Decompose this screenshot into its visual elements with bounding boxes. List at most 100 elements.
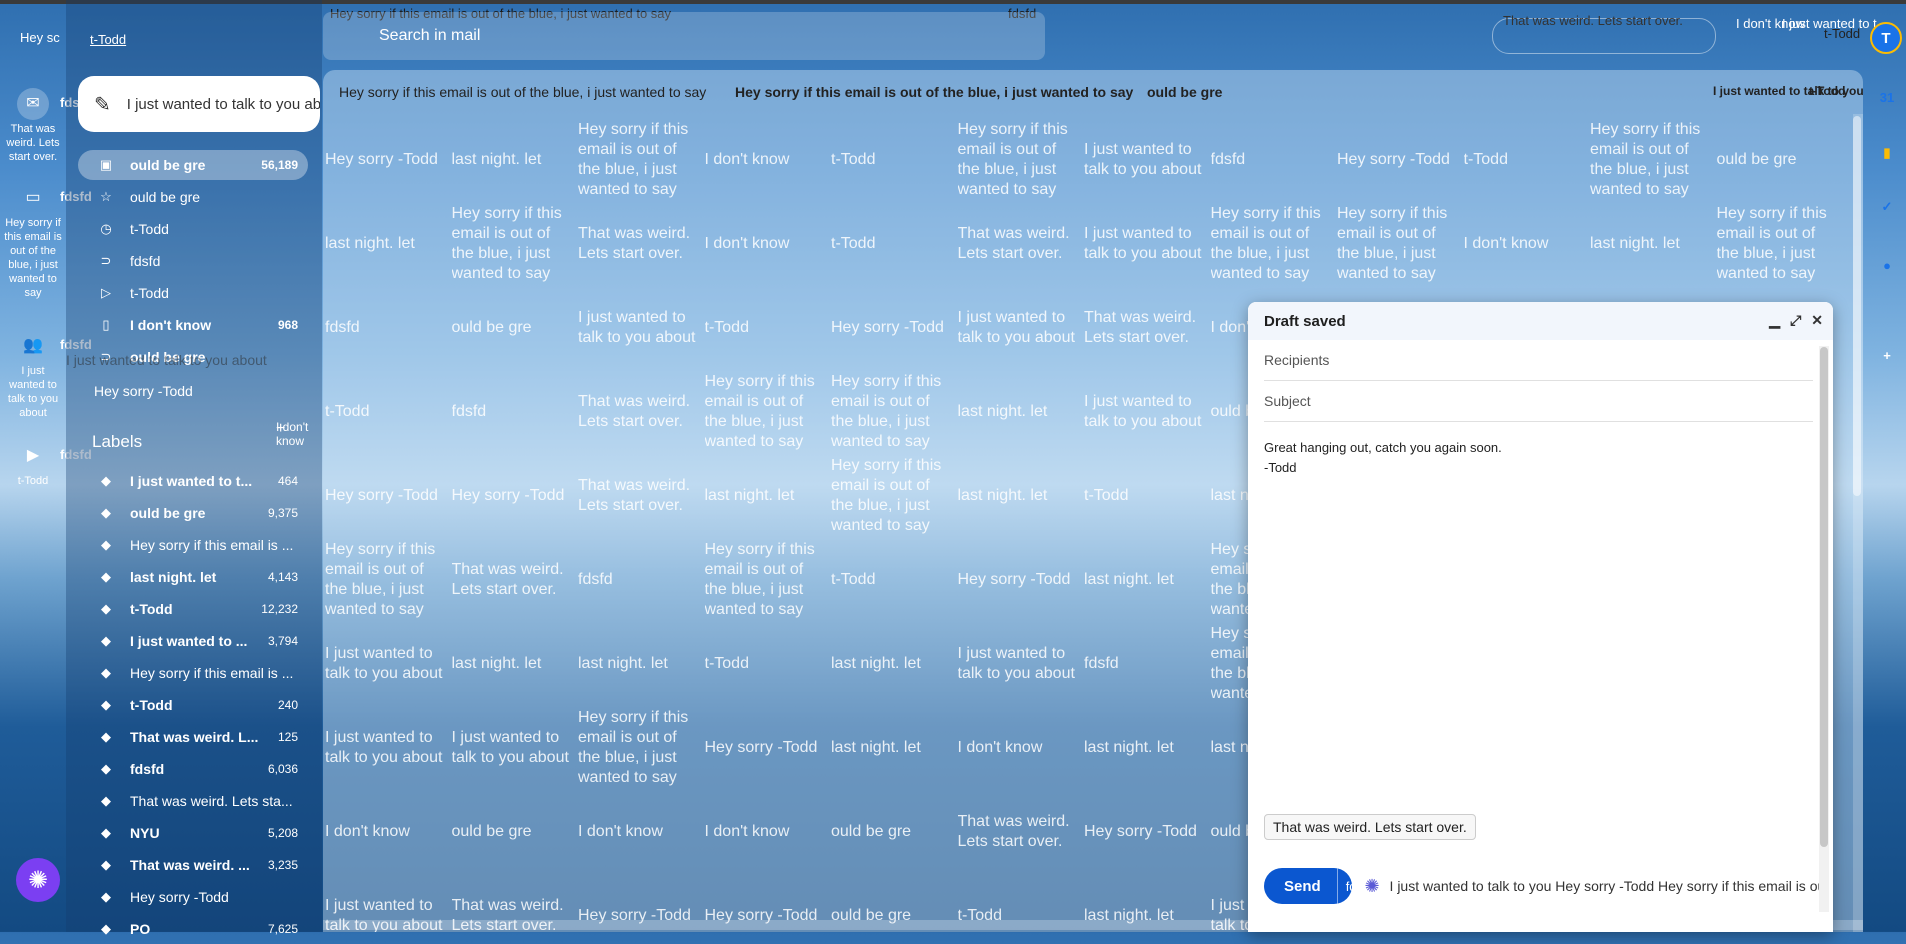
search-input[interactable]: Search in mail bbox=[323, 12, 1045, 60]
message-cell[interactable]: Hey sorry -Todd bbox=[831, 286, 958, 370]
label-item[interactable]: ◆ That was weird. L... 125 bbox=[78, 722, 308, 752]
message-cell[interactable]: last night. let bbox=[1590, 202, 1717, 286]
label-item[interactable]: ◆ t-Todd 240 bbox=[78, 690, 308, 720]
expand-icon[interactable]: ⤢ bbox=[1790, 312, 1801, 329]
message-cell[interactable]: Hey sorry if this email is out of the bl… bbox=[1337, 202, 1464, 286]
message-cell[interactable]: Hey sorry if this email is out of the bl… bbox=[578, 118, 705, 202]
minimize-icon[interactable]: ▁ bbox=[1769, 312, 1780, 329]
nav-item[interactable]: ◷ t-Todd bbox=[78, 214, 308, 244]
nav-item[interactable]: ☆ ould be gre bbox=[78, 182, 308, 212]
tab-1[interactable]: Hey sorry if this email is out of the bl… bbox=[339, 84, 706, 100]
add-icon[interactable]: + bbox=[1876, 344, 1898, 366]
nav-item[interactable]: ▯ I don't know 968 bbox=[78, 310, 308, 340]
nav-item[interactable]: ▣ ould be gre 56,189 bbox=[78, 150, 308, 180]
message-cell[interactable]: I just wanted to talk to you about bbox=[958, 286, 1085, 370]
label-item[interactable]: ◆ fdsfd 6,036 bbox=[78, 754, 308, 784]
send-options[interactable]: fdsfd bbox=[1336, 868, 1352, 904]
message-cell[interactable]: I just wanted to talk to you about bbox=[958, 622, 1085, 706]
message-cell[interactable]: I just wanted to talk to you about bbox=[325, 622, 452, 706]
tasks-icon[interactable]: ✓ bbox=[1876, 196, 1898, 218]
message-cell[interactable]: t-Todd bbox=[1464, 118, 1591, 202]
message-cell[interactable]: I don't know bbox=[1464, 202, 1591, 286]
recipients-field[interactable]: Recipients bbox=[1264, 340, 1813, 381]
compose-button[interactable]: ✎ I just wanted to talk to you about bbox=[78, 76, 320, 132]
suggestion-chip[interactable]: That was weird. Lets start over. bbox=[1264, 814, 1476, 840]
label-item[interactable]: ◆ Hey sorry if this email is ... bbox=[78, 658, 308, 688]
message-cell[interactable]: last night. let bbox=[1084, 706, 1211, 790]
message-cell[interactable]: Hey sorry if this email is out of the bl… bbox=[452, 202, 579, 286]
message-cell[interactable]: Hey sorry if this email is out of the bl… bbox=[831, 370, 958, 454]
message-cell[interactable]: That was weird. Lets start over. bbox=[958, 790, 1085, 874]
message-cell[interactable]: last night. let bbox=[1084, 538, 1211, 622]
message-cell[interactable]: fdsfd bbox=[452, 370, 579, 454]
label-item[interactable]: ◆ last night. let 4,143 bbox=[78, 562, 308, 592]
sparkle-icon[interactable]: ✺ bbox=[1364, 876, 1379, 897]
tab-3[interactable]: ould be gre bbox=[1147, 84, 1222, 100]
message-cell[interactable]: Hey sorry -Todd bbox=[705, 706, 832, 790]
send-button[interactable]: Send fdsfd bbox=[1264, 868, 1353, 904]
message-cell[interactable]: I just wanted to talk to you about bbox=[452, 706, 579, 790]
subject-field[interactable]: Subject bbox=[1264, 381, 1813, 422]
status-chip[interactable]: That was weird. Lets start over. bbox=[1492, 13, 1716, 54]
message-cell[interactable]: Hey sorry -Todd bbox=[1084, 790, 1211, 874]
message-cell[interactable]: fdsfd bbox=[578, 538, 705, 622]
message-cell[interactable]: ould be gre bbox=[452, 286, 579, 370]
message-cell[interactable]: I don't know bbox=[958, 706, 1085, 790]
message-cell[interactable]: last night. let bbox=[452, 622, 579, 706]
message-cell[interactable]: last night. let bbox=[325, 202, 452, 286]
message-cell[interactable]: That was weird. Lets start over. bbox=[578, 454, 705, 538]
message-body[interactable]: Great hanging out, catch you again soon.… bbox=[1264, 438, 1817, 478]
message-cell[interactable]: I don't know bbox=[705, 118, 832, 202]
message-cell[interactable]: last night. let bbox=[452, 118, 579, 202]
label-item[interactable]: ◆ ould be gre 9,375 bbox=[78, 498, 308, 528]
vertical-scrollbar[interactable] bbox=[1853, 114, 1863, 932]
rail-item[interactable]: 👥 fdsfd I just wanted to talk to you abo… bbox=[0, 330, 92, 420]
message-cell[interactable]: I just wanted to talk to you about bbox=[578, 286, 705, 370]
message-cell[interactable]: t-Todd bbox=[831, 118, 958, 202]
message-cell[interactable]: t-Todd bbox=[1084, 454, 1211, 538]
message-cell[interactable]: Hey sorry if this email is out of the bl… bbox=[705, 538, 832, 622]
message-cell[interactable]: Hey sorry if this email is out of the bl… bbox=[1717, 202, 1844, 286]
message-cell[interactable]: t-Todd bbox=[325, 370, 452, 454]
message-cell[interactable]: Hey sorry -Todd bbox=[325, 454, 452, 538]
message-cell[interactable]: ould be gre bbox=[831, 790, 958, 874]
message-cell[interactable]: That was weird. Lets start over. bbox=[1084, 286, 1211, 370]
message-cell[interactable]: I don't know bbox=[705, 202, 832, 286]
message-cell[interactable]: fdsfd bbox=[325, 286, 452, 370]
rail-item[interactable]: ▶ fdsfd t-Todd bbox=[0, 440, 92, 488]
message-cell[interactable]: t-Todd bbox=[705, 286, 832, 370]
add-label-icon[interactable]: + bbox=[276, 420, 285, 438]
message-cell[interactable]: last night. let bbox=[831, 622, 958, 706]
message-cell[interactable]: ould be gre bbox=[452, 790, 579, 874]
message-cell[interactable]: last night. let bbox=[705, 454, 832, 538]
message-cell[interactable]: I just wanted to talk to you about bbox=[1084, 118, 1211, 202]
label-item[interactable]: ◆ I just wanted to ... 3,794 bbox=[78, 626, 308, 656]
account-link[interactable]: t-Todd bbox=[90, 32, 126, 47]
message-cell[interactable]: Hey sorry -Todd bbox=[1337, 118, 1464, 202]
label-item[interactable]: ◆ Hey sorry if this email is ... bbox=[78, 530, 308, 560]
message-cell[interactable]: I just wanted to talk to you about bbox=[1084, 202, 1211, 286]
message-cell[interactable]: t-Todd bbox=[831, 538, 958, 622]
compose-scrollbar[interactable] bbox=[1819, 346, 1829, 912]
contacts-icon[interactable]: ● bbox=[1876, 254, 1898, 276]
message-cell[interactable]: last night. let bbox=[578, 622, 705, 706]
label-item[interactable]: ◆ That was weird. Lets sta... bbox=[78, 786, 308, 816]
message-cell[interactable]: fdsfd bbox=[1211, 118, 1338, 202]
close-icon[interactable]: ✕ bbox=[1811, 312, 1823, 329]
message-cell[interactable]: That was weird. Lets start over. bbox=[578, 202, 705, 286]
message-cell[interactable]: t-Todd bbox=[705, 622, 832, 706]
calendar-icon[interactable]: 31 bbox=[1876, 86, 1898, 108]
label-item[interactable]: ◆ Hey sorry -Todd bbox=[78, 882, 308, 912]
message-cell[interactable]: Hey sorry if this email is out of the bl… bbox=[958, 118, 1085, 202]
nav-item[interactable]: ▷ t-Todd bbox=[78, 278, 308, 308]
compose-header[interactable]: Draft saved ▁ ⤢ ✕ bbox=[1248, 302, 1833, 340]
tab-right-2[interactable]: t-Todd bbox=[1809, 84, 1845, 98]
message-cell[interactable]: Hey sorry if this email is out of the bl… bbox=[705, 370, 832, 454]
message-cell[interactable]: Hey sorry if this email is out of the bl… bbox=[578, 706, 705, 790]
label-item[interactable]: ◆ NYU 5,208 bbox=[78, 818, 308, 848]
message-cell[interactable]: last night. let bbox=[958, 370, 1085, 454]
message-cell[interactable]: last night. let bbox=[958, 454, 1085, 538]
keep-icon[interactable]: ▮ bbox=[1876, 142, 1898, 164]
rail-item[interactable]: ✉ fdsfd That was weird. Lets start over. bbox=[0, 88, 92, 164]
message-cell[interactable]: ould be gre bbox=[1717, 118, 1844, 202]
